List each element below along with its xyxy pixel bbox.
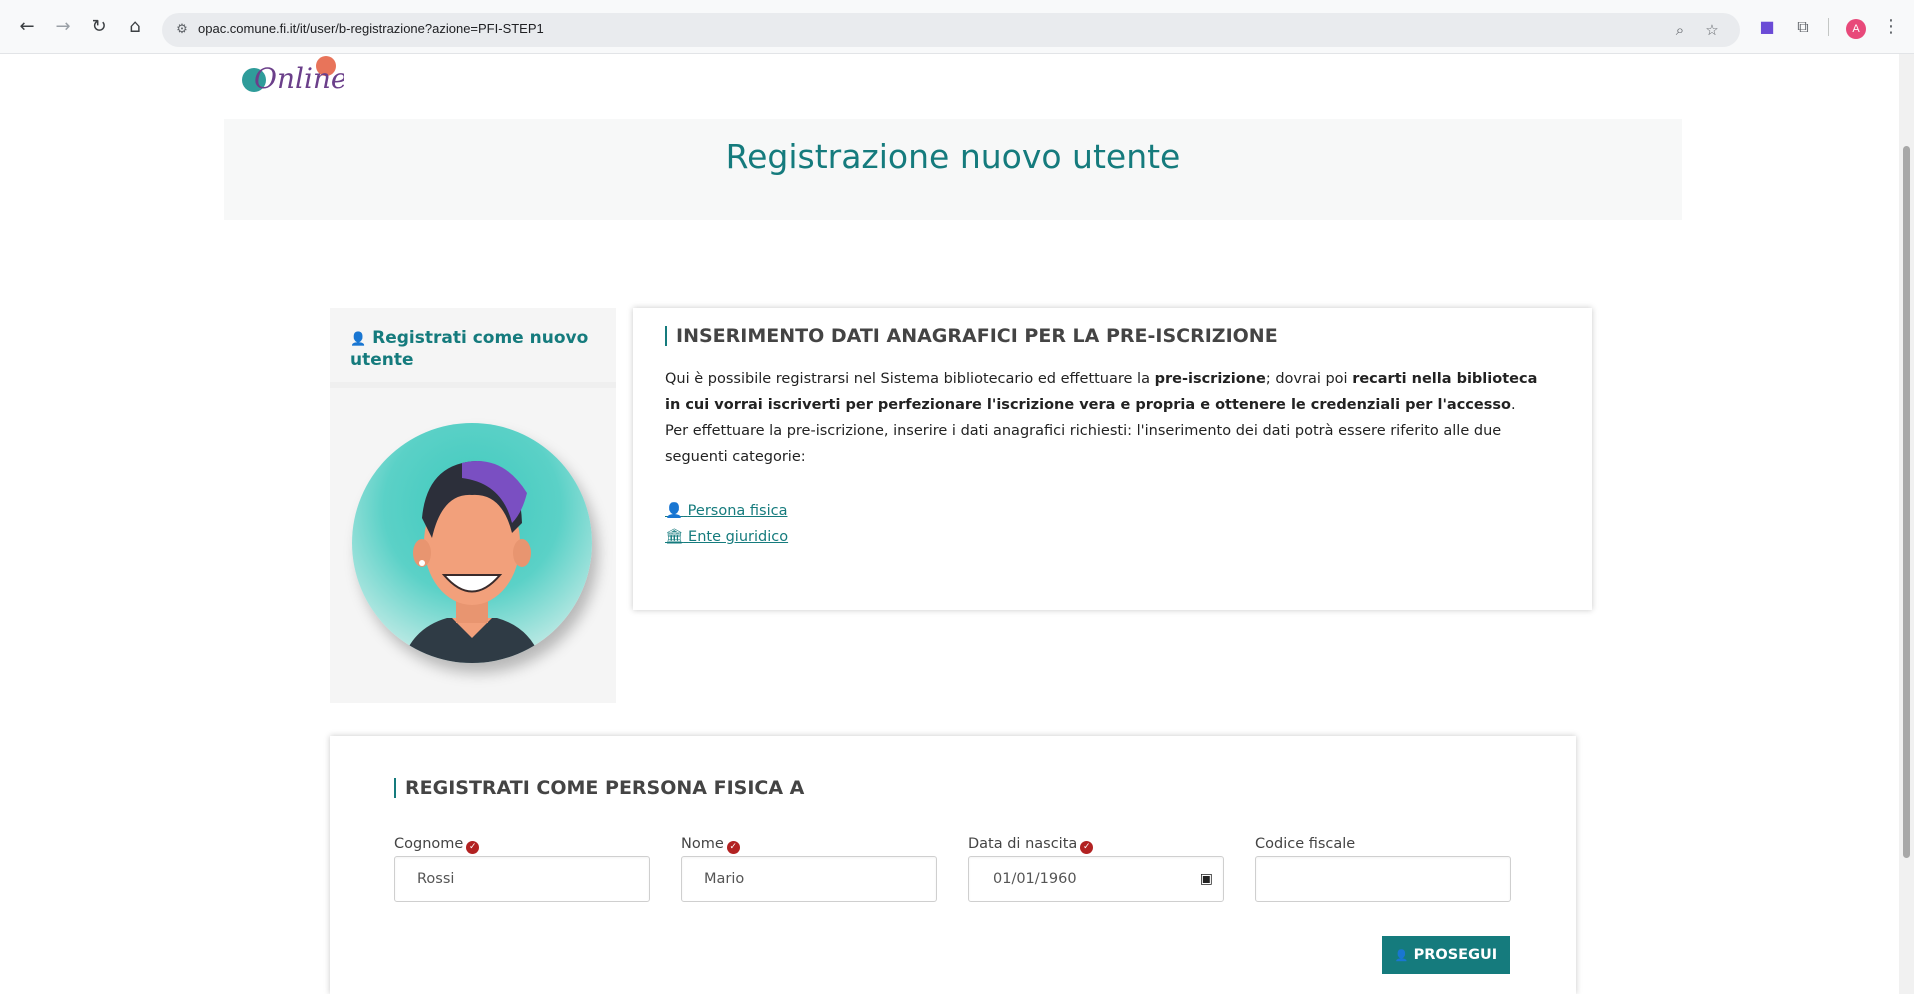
data-nascita-label: Data di nascita ✓: [968, 832, 1224, 856]
toolbar-separator: [1828, 18, 1829, 36]
intro-text-3: .: [1510, 397, 1516, 413]
registration-form: REGISTRATI COME PERSONA FISICA A Cognome…: [330, 736, 1576, 994]
data-nascita-value: 01/01/1960: [993, 871, 1077, 887]
user-icon: 👤: [1394, 949, 1409, 962]
reload-icon[interactable]: ↻: [88, 16, 110, 38]
profile-avatar[interactable]: A: [1846, 19, 1866, 39]
data-nascita-field: Data di nascita ✓ 01/01/1960 ▣: [968, 832, 1224, 902]
institution-icon: 🏛: [665, 529, 684, 545]
nome-field: Nome ✓ Mario: [681, 832, 937, 902]
sidebar-panel: 👤 Registrati come nuovo utente: [330, 308, 616, 703]
calendar-icon[interactable]: ▣: [1200, 857, 1213, 901]
cognome-field: Cognome ✓ Rossi: [394, 832, 650, 902]
zoom-icon[interactable]: ⌕: [1670, 20, 1690, 40]
nome-label: Nome ✓: [681, 832, 937, 856]
puzzle-icon[interactable]: ⧉: [1792, 16, 1814, 38]
page-banner: Registrazione nuovo utente: [224, 119, 1682, 220]
intro-paragraph-2: Per effettuare la pre-iscrizione, inseri…: [665, 423, 1502, 465]
forward-arrow-icon[interactable]: →: [52, 16, 74, 38]
site-logo[interactable]: Online: [224, 54, 344, 96]
data-nascita-input[interactable]: 01/01/1960 ▣: [968, 856, 1224, 902]
info-card-body: Qui è possibile registrarsi nel Sistema …: [665, 366, 1545, 470]
codice-fiscale-label: Codice fiscale: [1255, 836, 1356, 852]
url-text[interactable]: opac.comune.fi.it/it/user/b-registrazion…: [198, 21, 544, 36]
sidebar-title-text: Registrati come nuovo utente: [350, 328, 589, 370]
kebab-menu-icon[interactable]: ⋮: [1880, 16, 1902, 38]
app-icon[interactable]: ■: [1756, 16, 1778, 38]
link-persona-fisica-label: Persona fisica: [687, 503, 788, 519]
check-badge-icon: ✓: [466, 841, 480, 854]
link-ente-giuridico[interactable]: 🏛 Ente giuridico: [665, 524, 788, 550]
user-icon: 👤: [665, 503, 684, 519]
cognome-label-text: Cognome: [394, 836, 464, 852]
prosegui-label: PROSEGUI: [1413, 947, 1498, 963]
tune-icon[interactable]: ⚙: [172, 20, 192, 40]
category-links: 👤 Persona fisica 🏛 Ente giuridico: [665, 498, 788, 550]
check-badge-icon: ✓: [1080, 841, 1094, 854]
browser-toolbar: ← → ↻ ⌂ ⚙ opac.comune.fi.it/it/user/b-re…: [0, 0, 1914, 54]
intro-text-2: ; dovrai poi: [1265, 371, 1353, 387]
scrollbar-thumb[interactable]: [1903, 146, 1910, 858]
nome-input[interactable]: Mario: [681, 856, 937, 902]
link-ente-giuridico-label: Ente giuridico: [688, 529, 789, 545]
prosegui-button[interactable]: 👤 PROSEGUI: [1382, 936, 1510, 974]
cognome-input[interactable]: Rossi: [394, 856, 650, 902]
check-badge-icon: ✓: [726, 841, 740, 854]
info-card: INSERIMENTO DATI ANAGRAFICI PER LA PRE-I…: [633, 308, 1592, 610]
nome-label-text: Nome: [681, 836, 724, 852]
data-nascita-label-text: Data di nascita: [968, 836, 1078, 852]
back-arrow-icon[interactable]: ←: [16, 16, 38, 38]
intro-bold-1: pre-iscrizione: [1154, 371, 1266, 387]
intro-text-1: Qui è possibile registrarsi nel Sistema …: [665, 371, 1155, 387]
page-scrollbar[interactable]: [1899, 54, 1914, 994]
info-card-heading: INSERIMENTO DATI ANAGRAFICI PER LA PRE-I…: [665, 326, 1278, 346]
form-heading: REGISTRATI COME PERSONA FISICA A: [394, 778, 804, 798]
user-icon: 👤: [350, 332, 367, 347]
link-persona-fisica[interactable]: 👤 Persona fisica: [665, 498, 788, 524]
codice-fiscale-input[interactable]: [1255, 856, 1511, 902]
logo-wordmark: Online: [254, 62, 344, 95]
home-icon[interactable]: ⌂: [124, 16, 146, 38]
address-bar[interactable]: ⚙ opac.comune.fi.it/it/user/b-registrazi…: [162, 13, 1740, 47]
star-icon[interactable]: ☆: [1702, 20, 1722, 40]
user-avatar-illustration: [352, 423, 592, 663]
page-title: Registrazione nuovo utente: [725, 137, 1181, 176]
sidebar-divider: [330, 382, 616, 388]
sidebar-title: 👤 Registrati come nuovo utente: [350, 328, 600, 370]
codice-fiscale-field: Codice fiscale: [1255, 832, 1511, 902]
cognome-label: Cognome ✓: [394, 832, 650, 856]
